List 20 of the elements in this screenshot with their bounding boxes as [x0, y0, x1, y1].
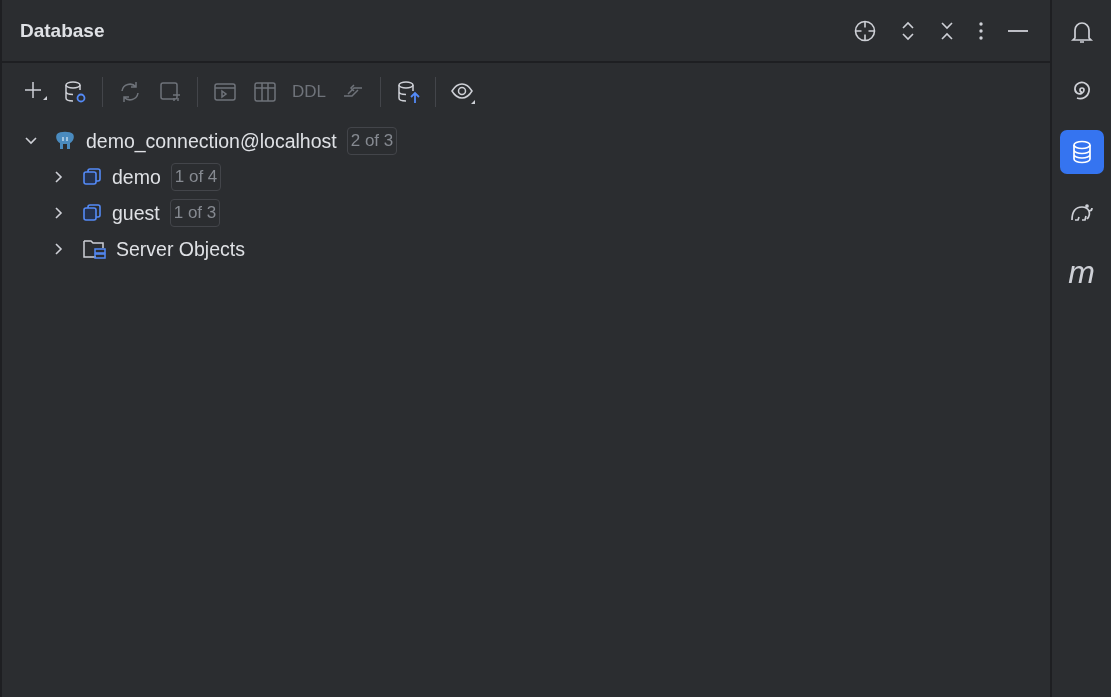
count-badge: 2 of 3	[346, 127, 398, 155]
database-settings-icon[interactable]	[62, 79, 88, 105]
folder-server-icon	[82, 238, 106, 260]
tree-item-label[interactable]: demo_connection@localhost	[86, 129, 337, 153]
expand-icon[interactable]	[901, 20, 915, 41]
minimize-icon[interactable]	[1008, 28, 1028, 33]
count-badge: 1 of 3	[169, 199, 221, 227]
tree-item-label[interactable]: guest	[112, 201, 160, 225]
more-icon[interactable]	[979, 21, 983, 40]
tree-item-label[interactable]: demo	[112, 165, 161, 189]
crosshair-icon[interactable]	[854, 19, 876, 42]
panel-title: Database	[20, 19, 105, 42]
count-badge: 1 of 4	[170, 163, 222, 191]
tree-item-label[interactable]: Server Objects	[116, 237, 245, 261]
database-button[interactable]	[1059, 130, 1104, 174]
schema-icon	[82, 203, 102, 223]
schema-icon	[82, 167, 102, 187]
collapse-icon[interactable]	[940, 20, 954, 41]
database-upload-icon[interactable]	[395, 79, 421, 105]
sidebar-m-button[interactable]: m	[1059, 250, 1104, 294]
